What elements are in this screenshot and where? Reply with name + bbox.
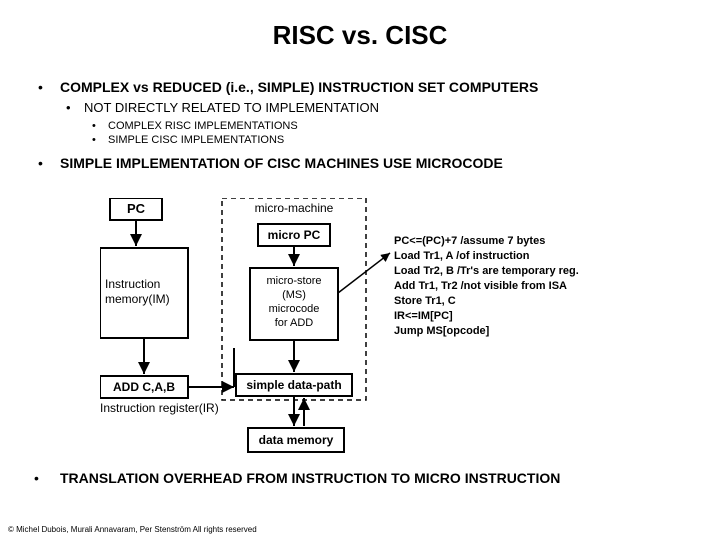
bullet-2: SIMPLE IMPLEMENTATION OF CISC MACHINES U… (34, 154, 700, 172)
imem-label-1: Instruction (105, 277, 160, 291)
code-l2: Load Tr1, A /of instruction (394, 250, 530, 262)
ms-l4: for ADD (275, 317, 314, 329)
add-inst-label: ADD C,A,B (113, 380, 175, 394)
bullet-1-1-text: NOT DIRECTLY RELATED TO IMPLEMENTATION (84, 100, 379, 115)
ms-l3: microcode (269, 303, 320, 315)
bullet-1-text: COMPLEX vs REDUCED (i.e., SIMPLE) INSTRU… (60, 79, 538, 95)
pc-label: PC (127, 201, 146, 216)
bullet-1-1-2: SIMPLE CISC IMPLEMENTATIONS (84, 133, 700, 147)
bullet-1: COMPLEX vs REDUCED (i.e., SIMPLE) INSTRU… (34, 78, 700, 148)
ms-l2: (MS) (282, 289, 306, 301)
code-l4: Add Tr1, Tr2 /not visible from ISA (394, 280, 567, 292)
code-l3: Load Tr2, B /Tr's are temporary reg. (394, 265, 579, 277)
bullet-1-1: NOT DIRECTLY RELATED TO IMPLEMENTATION C… (60, 100, 700, 147)
bullet-1-1-1: COMPLEX RISC IMPLEMENTATIONS (84, 119, 700, 133)
slide: RISC vs. CISC COMPLEX vs REDUCED (i.e., … (0, 0, 720, 540)
ir-label: Instruction register(IR) (100, 401, 219, 415)
bullet-content: COMPLEX vs REDUCED (i.e., SIMPLE) INSTRU… (34, 78, 700, 178)
code-l5: Store Tr1, C (394, 295, 456, 307)
copyright-footer: © Michel Dubois, Murali Annavaram, Per S… (8, 525, 257, 534)
bullet-3-text: TRANSLATION OVERHEAD FROM INSTRUCTION TO… (60, 470, 560, 486)
micromachine-label: micro-machine (255, 201, 334, 215)
micropc-label: micro PC (268, 228, 321, 242)
microcode-listing: PC<=(PC)+7 /assume 7 bytes Load Tr1, A /… (394, 235, 579, 337)
datapath-label: simple data-path (246, 378, 341, 392)
code-l1: PC<=(PC)+7 /assume 7 bytes (394, 235, 545, 247)
code-l6: IR<=IM[PC] (394, 310, 453, 322)
imem-label-2: memory(IM) (105, 292, 170, 306)
ms-l1: micro-store (266, 275, 321, 287)
datamem-label: data memory (259, 433, 334, 447)
code-l7: Jump MS[opcode] (394, 325, 490, 337)
diagram: PC Instruction memory(IM) ADD C,A,B Inst… (100, 198, 620, 458)
bullet-3: •TRANSLATION OVERHEAD FROM INSTRUCTION T… (34, 470, 700, 486)
slide-title: RISC vs. CISC (0, 20, 720, 51)
